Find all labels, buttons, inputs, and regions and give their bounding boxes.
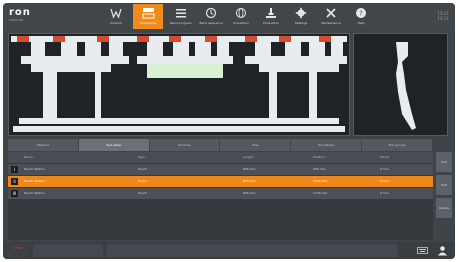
station-index-icon: III — [11, 190, 18, 197]
table-cell: Punch Station — [24, 179, 45, 183]
bottom-bar: STOP — [3, 242, 455, 259]
nav-item-bend-sequence[interactable]: Bend sequence — [196, 4, 226, 29]
lower-bed-base — [13, 126, 345, 132]
tool-tabs: Stations Tool setup Punches Dies Tool li… — [8, 139, 433, 151]
tool-setup-drawing[interactable] — [8, 33, 350, 136]
station-table: Name Type Length Position Offset I Punch… — [8, 152, 433, 240]
add-button[interactable]: Add — [436, 152, 452, 172]
brand-name: ron — [9, 7, 31, 18]
column-header[interactable]: Type — [138, 152, 145, 163]
column-header[interactable]: Position — [313, 152, 325, 163]
sequence-icon — [205, 7, 217, 19]
table-cell: 0 mm — [380, 191, 389, 195]
keyboard-icon[interactable] — [417, 245, 428, 256]
table-cell: 1000 mm — [313, 179, 328, 183]
column-header[interactable]: Name — [24, 152, 33, 163]
nav-item-product[interactable]: Product — [101, 4, 131, 29]
nav-item-help[interactable]: ? Help — [346, 4, 376, 29]
nav-item-production[interactable]: Production — [256, 4, 286, 29]
station-index-icon: II — [11, 178, 18, 185]
tab-tool-library[interactable]: Tool library — [291, 139, 363, 151]
clock-date: 18.11 — [437, 16, 449, 21]
table-cell: 835 mm — [243, 167, 256, 171]
die-holder-1 — [21, 56, 129, 120]
nav-item-settings[interactable]: Settings — [286, 4, 316, 29]
wrench-icon — [326, 8, 336, 18]
table-cell: Punch Station — [24, 191, 45, 195]
stop-label: STOP — [14, 246, 22, 250]
clock: 10:21 18.11 — [437, 11, 449, 21]
die-holder-3 — [245, 56, 347, 120]
tools-setup-icon — [142, 8, 154, 19]
table-cell: 0 mm — [380, 179, 389, 183]
nav-item-simulation[interactable]: Simulation — [226, 4, 256, 29]
nav-item-maintenance[interactable]: Maintenance — [316, 4, 346, 29]
table-cell: 250 mm — [313, 167, 326, 171]
tab-tool-groups[interactable]: Tool groups — [362, 139, 433, 151]
gear-icon — [295, 7, 307, 19]
table-row[interactable]: I Punch Station Punch 835 mm 250 mm 0 mm — [8, 164, 433, 175]
tab-punches[interactable]: Punches — [149, 139, 221, 151]
top-bar: ron CAD/CAM Product Tools/Setup Bend pro… — [3, 3, 455, 30]
die-holder-2 — [137, 56, 233, 78]
svg-text:?: ? — [359, 10, 363, 18]
column-header[interactable]: Length — [243, 152, 253, 163]
help-icon: ? — [356, 8, 366, 18]
station-index-icon: I — [11, 166, 18, 173]
column-header[interactable]: Offset — [380, 152, 389, 163]
table-action-buttons: Add Edit Delete — [436, 152, 452, 240]
list-icon — [176, 9, 186, 18]
press-icon — [266, 8, 276, 18]
table-cell: 835 mm — [243, 179, 256, 183]
user-icon[interactable] — [437, 245, 448, 256]
table-cell: Punch — [138, 191, 148, 195]
punch-profile-drawing — [396, 42, 416, 130]
nav-item-tools-setup[interactable]: Tools/Setup — [133, 4, 163, 29]
w-icon — [110, 8, 122, 19]
table-cell: Punch — [138, 179, 148, 183]
table-cell: Punch — [138, 167, 148, 171]
tab-tool-setup[interactable]: Tool setup — [78, 139, 150, 151]
edit-button[interactable]: Edit — [436, 175, 452, 195]
tab-dies[interactable]: Dies — [220, 139, 292, 151]
stop-button[interactable]: STOP — [7, 244, 29, 257]
table-row-selected[interactable]: II Punch Station Punch 835 mm 1000 mm 0 … — [8, 176, 433, 187]
table-row[interactable]: III Punch Station Punch 835 mm 1750 mm 0… — [8, 188, 433, 199]
lower-bed — [19, 118, 339, 124]
press-brake-diagram — [11, 36, 347, 132]
tool-profile-preview — [353, 33, 448, 136]
status-panel — [33, 244, 103, 257]
nav-item-bend-program[interactable]: Bend program — [166, 4, 196, 29]
table-cell: 1750 mm — [313, 191, 328, 195]
logo: ron CAD/CAM — [9, 7, 41, 25]
table-header: Name Type Length Position Offset — [8, 152, 433, 163]
brand-tagline: CAD/CAM — [9, 18, 24, 22]
app-screen: ron CAD/CAM Product Tools/Setup Bend pro… — [3, 3, 455, 259]
table-cell: 835 mm — [243, 191, 256, 195]
delete-button[interactable]: Delete — [436, 198, 452, 218]
tab-stations[interactable]: Stations — [8, 139, 79, 151]
table-cell: Punch Station — [24, 167, 45, 171]
message-panel — [107, 244, 397, 257]
globe-icon — [236, 8, 246, 18]
table-cell: 0 mm — [380, 167, 389, 171]
